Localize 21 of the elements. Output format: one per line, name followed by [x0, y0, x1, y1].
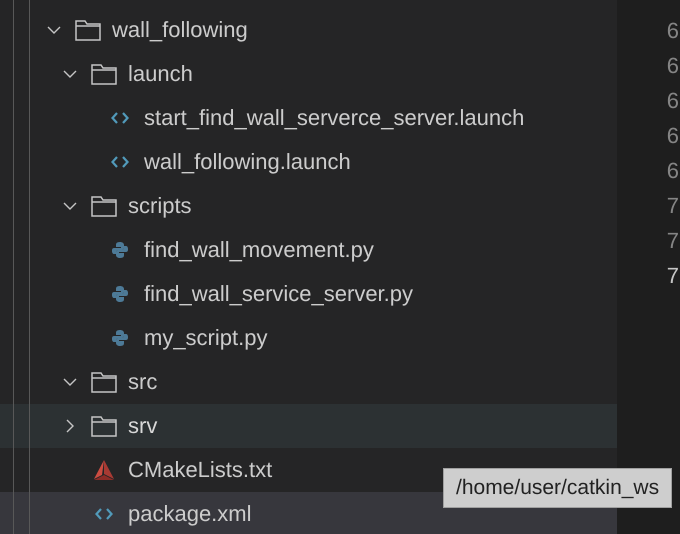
- line-number: 7: [666, 262, 679, 290]
- line-number: 6: [666, 52, 679, 80]
- file-name: package.xml: [128, 501, 252, 527]
- file-name: my_script.py: [144, 325, 268, 351]
- folder-name: wall_following: [112, 17, 248, 43]
- folder-name: scripts: [128, 193, 192, 219]
- line-number: 6: [666, 157, 679, 185]
- line-number: 6: [666, 122, 679, 150]
- folder-name: launch: [128, 61, 193, 87]
- file-name: wall_following.launch: [144, 149, 351, 175]
- line-number: 6: [666, 87, 679, 115]
- folder-name: srv: [128, 413, 158, 439]
- line-number: 6: [666, 17, 679, 45]
- file-name: find_wall_service_server.py: [144, 281, 414, 307]
- line-number: 7: [666, 227, 679, 255]
- folder-name: src: [128, 369, 158, 395]
- path-tooltip: /home/user/catkin_ws: [443, 468, 672, 508]
- file-name: CMakeLists.txt: [128, 457, 272, 483]
- line-number: 7: [666, 192, 679, 220]
- file-name: start_find_wall_serverce_server.launch: [144, 105, 524, 131]
- file-name: find_wall_movement.py: [144, 237, 374, 263]
